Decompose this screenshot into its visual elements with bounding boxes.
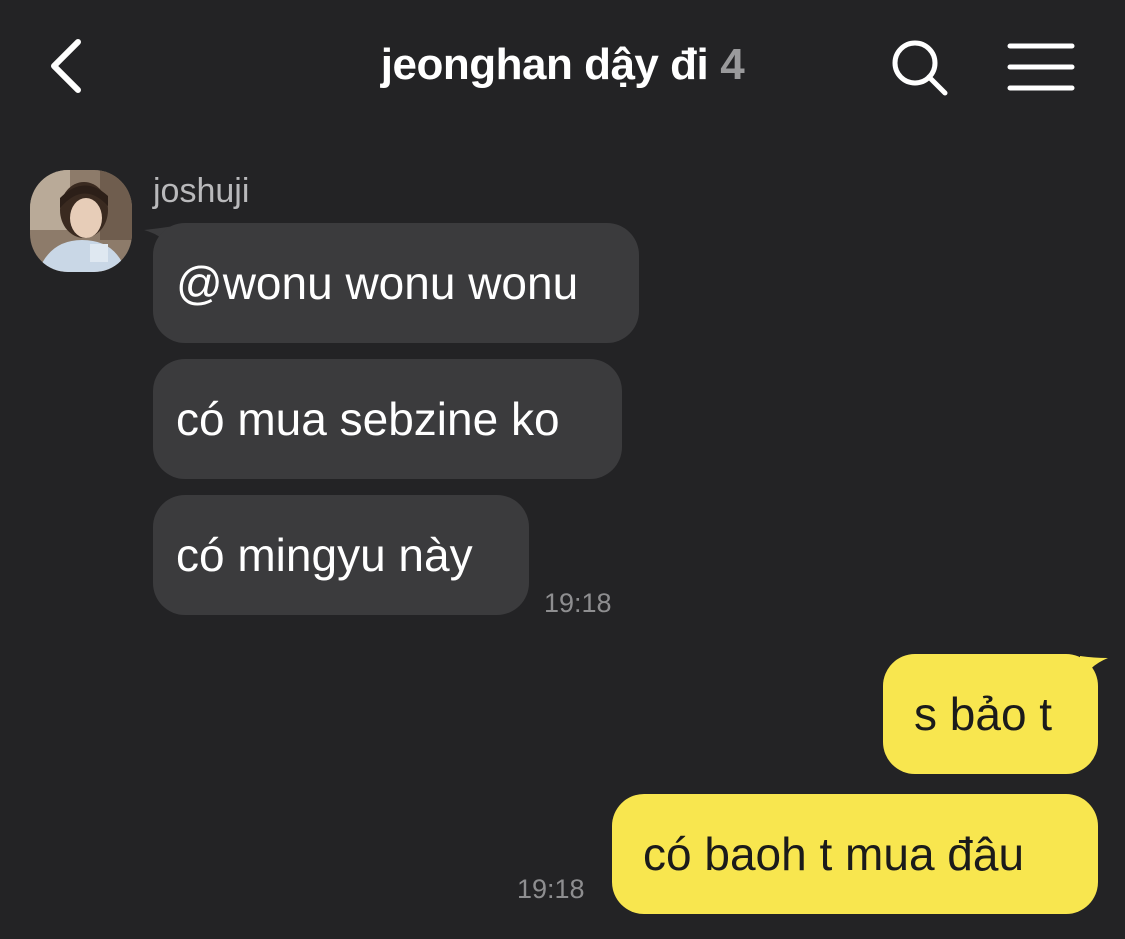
search-button[interactable] <box>888 36 952 100</box>
search-icon <box>892 40 948 96</box>
menu-button[interactable] <box>1004 36 1078 100</box>
member-count: 4 <box>720 40 745 89</box>
incoming-message-1[interactable]: @wonu wonu wonu <box>153 223 639 343</box>
sender-avatar[interactable] <box>30 170 132 272</box>
chat-title-text: jeonghan dậy đi <box>380 40 709 89</box>
avatar-photo <box>30 170 132 272</box>
chat-title: jeonghan dậy đi 4 <box>0 40 1125 90</box>
incoming-message-2[interactable]: có mua sebzine ko <box>153 359 622 479</box>
incoming-message-3[interactable]: có mingyu này <box>153 495 529 615</box>
outgoing-message-1[interactable]: s bảo t <box>883 654 1098 774</box>
chat-header: jeonghan dậy đi 4 <box>0 0 1125 140</box>
outgoing-timestamp: 19:18 <box>517 874 585 904</box>
outgoing-message-2[interactable]: có baoh t mua đâu <box>612 794 1098 914</box>
hamburger-menu-icon <box>1007 43 1075 91</box>
sender-name: joshuji <box>153 172 250 210</box>
incoming-timestamp: 19:18 <box>544 588 612 618</box>
